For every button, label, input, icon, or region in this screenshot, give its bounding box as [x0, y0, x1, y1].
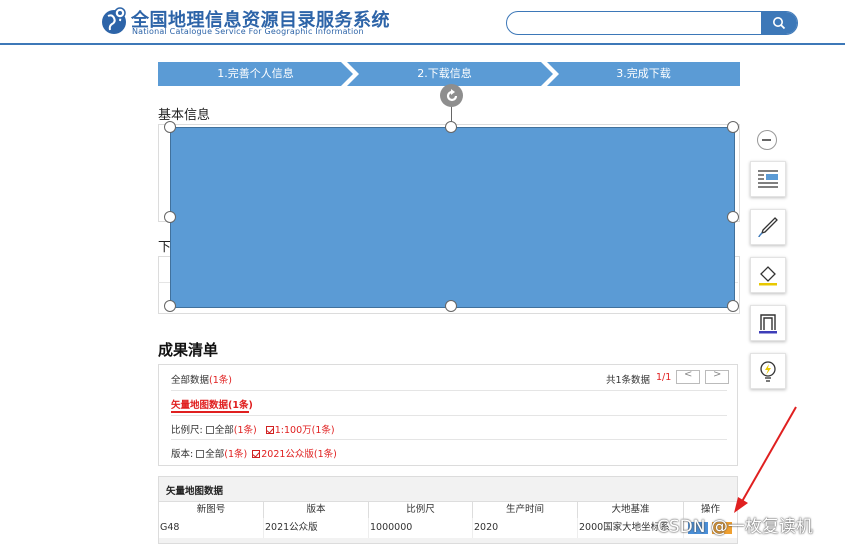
version-all-label: 全部 — [205, 449, 225, 460]
version-label: 版本: — [171, 449, 194, 460]
next-page-button[interactable]: > — [705, 369, 729, 384]
text-wrap-icon — [758, 170, 778, 188]
next-page-label: > — [713, 369, 722, 380]
version-all-checkbox[interactable] — [196, 450, 205, 458]
scale-option-label: 1:100万(1条) — [274, 425, 335, 436]
table-cell: G48 — [159, 518, 264, 538]
table-cell: 2021公众版 — [264, 518, 369, 538]
collapse-icon[interactable] — [757, 130, 777, 150]
outline-icon — [759, 314, 777, 334]
prev-page-label: < — [684, 369, 693, 380]
all-data-label: 全部数据 — [171, 375, 210, 386]
resize-handle-bottom[interactable] — [445, 300, 457, 312]
table-cell: 1000000 — [369, 518, 473, 538]
scale-label: 比例尺: — [171, 425, 203, 436]
vector-data-panel: 矢量地图数据 新图号 版本 比例尺 生产时间 大地基准 操作 G48 2021公… — [158, 476, 738, 544]
divider — [171, 439, 727, 440]
scale-option-checkbox[interactable] — [265, 426, 274, 434]
resize-handle-top[interactable] — [445, 121, 457, 133]
column-header: 生产时间 — [473, 502, 578, 518]
resize-handle-top-right[interactable] — [727, 121, 739, 133]
text-wrap-button[interactable] — [750, 161, 786, 197]
resize-handle-top-left[interactable] — [164, 121, 176, 133]
scale-all-checkbox[interactable] — [205, 426, 214, 434]
resize-handle-bottom-right[interactable] — [727, 300, 739, 312]
scale-filter-row: 比例尺: 全部(1条) 1:100万(1条) — [171, 422, 335, 436]
table-row: G48 2021公众版 1000000 2020 2000国家大地坐标系 — [159, 518, 737, 538]
data-table-header: 新图号 版本 比例尺 生产时间 大地基准 操作 — [159, 501, 737, 519]
globe-logo-icon — [102, 7, 126, 34]
fill-color-button[interactable] — [750, 257, 786, 293]
version-option-label: 2021公众版(1条) — [261, 449, 337, 460]
step-2: 2.下载信息 — [417, 67, 472, 80]
version-filter-row: 版本: 全部(1条) 2021公众版(1条) — [171, 446, 337, 460]
site-title-en: National Catalogue Service For Geographi… — [132, 27, 364, 36]
scale-all-label: 全部 — [214, 425, 234, 436]
search-button[interactable] — [761, 12, 797, 34]
rotate-handle[interactable] — [440, 84, 463, 107]
idea-bulb-icon — [760, 361, 776, 382]
basic-info-title: 基本信息 — [158, 108, 211, 123]
resize-handle-right[interactable] — [727, 211, 739, 223]
version-option-checkbox[interactable] — [252, 450, 261, 458]
prev-page-button[interactable]: < — [676, 369, 700, 384]
tab-underline — [171, 411, 249, 413]
version-all-count: (1条) — [224, 449, 248, 460]
all-data-count: (1条) — [209, 375, 232, 386]
column-header: 比例尺 — [369, 502, 473, 518]
page-indicator: 1/1 — [656, 372, 672, 383]
search-input[interactable] — [515, 14, 759, 34]
data-table-title: 矢量地图数据 — [166, 486, 224, 497]
search-box — [506, 11, 798, 35]
resize-handle-left[interactable] — [164, 211, 176, 223]
column-header: 新图号 — [159, 502, 264, 518]
site-header: 全国地理信息资源目录服务系统 National Catalogue Servic… — [0, 0, 845, 45]
all-data-filter[interactable]: 全部数据(1条) — [171, 372, 232, 386]
divider — [171, 415, 727, 416]
step-1: 1.完善个人信息 — [217, 67, 294, 80]
total-count: 共1条数据 — [606, 375, 651, 386]
filter-panel: 全部数据(1条) 共1条数据 1/1 矢量地图数据(1条) 比例尺: 全部(1条… — [158, 364, 738, 466]
rotate-icon — [446, 88, 457, 101]
search-icon — [773, 17, 786, 30]
fill-color-icon — [759, 266, 777, 286]
pen-icon — [758, 217, 778, 238]
pen-button[interactable] — [750, 209, 786, 245]
scale-all-count: (1条) — [233, 425, 257, 436]
idea-button[interactable] — [750, 353, 786, 389]
column-header: 版本 — [264, 502, 369, 518]
results-title: 成果清单 — [158, 341, 219, 359]
outline-button[interactable] — [750, 305, 786, 341]
watermark: CSDN @一枚复读机 — [657, 517, 813, 537]
rectangle-shape[interactable] — [170, 127, 735, 308]
annotation-arrow — [734, 406, 797, 513]
divider — [171, 390, 727, 391]
resize-handle-bottom-left[interactable] — [164, 300, 176, 312]
vector-tab[interactable]: 矢量地图数据(1条) — [171, 397, 253, 411]
step-3: 3.完成下载 — [616, 67, 671, 80]
table-cell: 2020 — [473, 518, 578, 538]
